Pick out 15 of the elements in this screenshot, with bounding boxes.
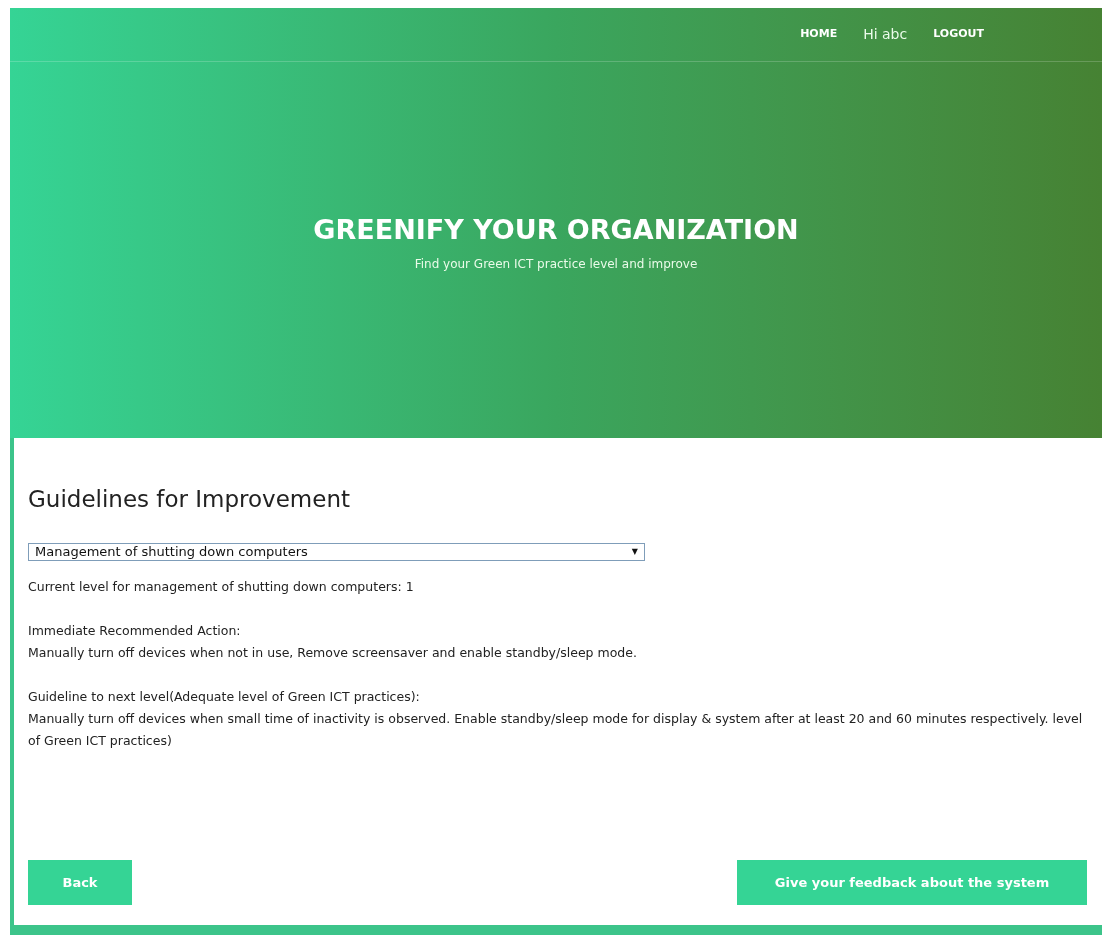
guideline-text: Guideline to next level(Adequate level of Green ICT practices): [28,687,421,706]
hero-subtitle: Find your Green ICT practice level and improve [414,255,698,273]
user-greeting: Hi abc [863,25,908,44]
nav-link[interactable]: HOME [800,26,838,43]
category-dropdown[interactable]: Management of shutting down computers ▼ [28,542,645,561]
section-heading: Guidelines for Improvement [28,485,351,514]
guideline-text: Immediate Recommended Action: [28,621,242,640]
feedback-button[interactable]: Give your feedback about the system [737,860,1087,905]
guideline-text: Manually turn off devices when small time of inactivity is observed. Enable standby/sleep mode for display & system after at least 20 and 60 minutes respectively. level of Green ICT practices) [28,709,1084,750]
guideline-text: Current level for management of shutting down computers: 1 [28,577,415,596]
guideline-text: Manually turn off devices when not in use, Remove screensaver and enable standby/sleep mode. [28,643,638,662]
hero-title: GREENIFY YOUR ORGANIZATION [313,213,799,247]
back-button[interactable]: Back [28,860,132,905]
dropdown-arrow: ▼ [631,545,638,558]
nav-link[interactable]: LOGOUT [933,26,984,43]
